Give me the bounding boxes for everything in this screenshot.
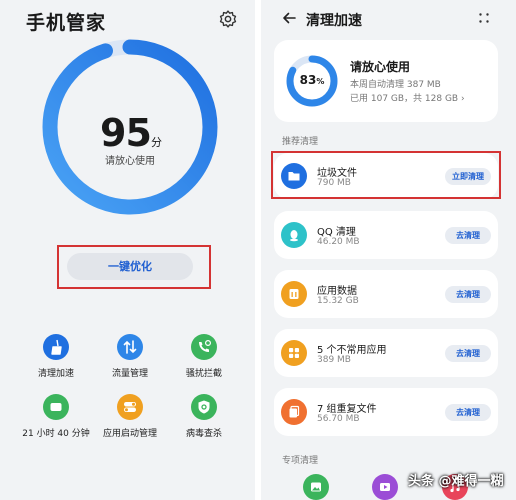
tool-label: 21 小时 40 分钟 [22,429,90,439]
go-clean-button[interactable]: 去清理 [445,404,491,421]
image-clean-icon[interactable] [303,474,329,500]
item-name: 7 组重复文件 [317,404,377,415]
page-title: 清理加速 [306,13,362,29]
broom-icon [43,334,69,360]
app-data-icon [281,281,307,307]
health-score: 95 [100,111,152,155]
tool-label: 骚扰拦截 [185,369,222,379]
shield-scan-icon [191,394,217,420]
tool-app-launch-management[interactable]: 应用启动管理 [90,394,170,439]
score-caption: 请放心使用 [105,156,155,167]
score-unit: 分 [151,136,162,149]
back-arrow-icon[interactable] [281,10,297,26]
storage-usage[interactable]: 已用 107 GB，共 128 GB › [350,91,465,104]
storage-percent: 83% [299,73,325,87]
item-size: 56.70 MB [317,414,360,424]
tool-label: 应用启动管理 [102,429,157,439]
screen-time-icon [43,394,69,420]
phone-block-icon [191,334,217,360]
watermark: 头条 @难得一糊 [408,474,504,489]
settings-gear-icon[interactable] [218,9,238,29]
item-size: 389 MB [317,355,351,365]
tool-data-management[interactable]: 流量管理 [90,334,170,379]
tool-clean-accelerate[interactable]: 清理加速 [16,334,96,379]
duplicate-files-icon [281,399,307,425]
app-title: 手机管家 [26,12,107,34]
tool-label: 病毒查杀 [185,429,222,439]
highlight-box-junk [271,151,501,199]
go-clean-button[interactable]: 去清理 [445,286,491,303]
item-name: 5 个不常用应用 [317,345,387,356]
item-name: 应用数据 [317,286,357,297]
tool-label: 清理加速 [37,369,74,379]
apps-grid-icon [281,340,307,366]
item-size: 46.20 MB [317,237,360,247]
summary-title: 请放心使用 [350,60,411,74]
toggle-switch-icon [117,394,143,420]
go-clean-button[interactable]: 去清理 [445,227,491,244]
video-clean-icon[interactable] [372,474,398,500]
go-clean-button[interactable]: 去清理 [445,345,491,362]
chevron-right-icon: › [460,94,465,104]
tool-screen-time[interactable]: 21 小时 40 分钟 [16,394,96,439]
tool-virus-scan[interactable]: 病毒查杀 [164,394,244,439]
transfer-arrows-icon [117,334,143,360]
section-recommended: 推荐清理 [282,137,319,147]
more-options-icon[interactable] [478,12,490,24]
weekly-auto-clean: 本周自动清理 387 MB [350,80,441,90]
section-special: 专项清理 [282,456,319,466]
item-size: 15.32 GB [317,296,359,306]
one-click-optimize-button[interactable]: 一键优化 [67,253,193,280]
qq-penguin-icon [281,222,307,248]
tool-label: 流量管理 [111,369,148,379]
tool-harassment-block[interactable]: 骚扰拦截 [164,334,244,379]
item-name: QQ 清理 [317,227,356,238]
